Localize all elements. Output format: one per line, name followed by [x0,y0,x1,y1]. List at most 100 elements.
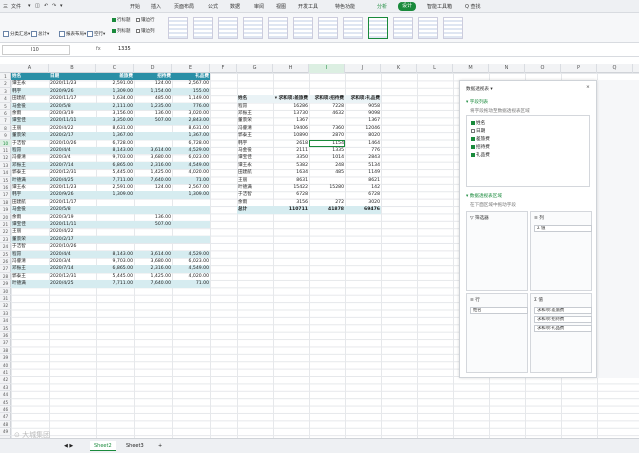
grid-cell[interactable]: 155.00 [172,87,210,96]
field-checkbox[interactable] [471,144,475,149]
grid-cell[interactable]: 2020/3/4 [49,258,96,265]
column-header[interactable]: M [453,64,489,73]
grid-cell[interactable] [172,199,210,206]
row-header[interactable]: 20 [0,214,11,221]
grid-cell[interactable]: 136.00 [134,110,172,117]
grid-cell[interactable]: 2020/7/14 [49,161,96,170]
row-header[interactable]: 4 [0,95,11,103]
sheet-tab[interactable]: Sheet2 [90,441,116,451]
field-item[interactable]: 姓名 [471,120,485,126]
grid-cell[interactable]: 507.00 [134,117,172,125]
grid-cell[interactable] [309,177,345,184]
row-header[interactable]: 31 [0,295,11,303]
grid-cell[interactable]: 8,143.00 [96,147,134,155]
grid-cell[interactable]: 谭王永 [237,162,273,169]
grid-cell[interactable]: 1335 [309,147,345,154]
grid-cell[interactable]: 邓振王 [237,110,273,117]
grid-cell[interactable]: 2,591.00 [96,80,134,87]
grid-cell[interactable]: 5,445.00 [96,273,134,280]
field-checkbox[interactable] [471,136,475,141]
grid-cell[interactable]: 7,711.00 [96,280,134,288]
grid-cell[interactable]: 6,728.00 [96,140,134,147]
design-tab[interactable]: 设计 [398,2,417,11]
grid-cell[interactable]: 13730 [273,110,309,117]
grid-cell[interactable]: 3156 [273,199,309,206]
grid-cell[interactable]: 叶德满 [237,184,273,191]
column-header[interactable]: P [561,64,597,73]
grid-cell[interactable]: 4,529.00 [172,250,210,258]
row-header[interactable]: 13 [0,162,11,170]
row-header[interactable]: 6 [0,110,11,118]
menu-item[interactable]: 开发工具 [298,3,318,10]
grid-cell[interactable]: 8,631.00 [96,125,134,132]
row-header[interactable]: 41 [0,369,11,377]
row-header[interactable]: 16 [0,184,11,192]
grid-cell[interactable]: 董景荣 [11,235,49,244]
grid-cell[interactable]: 7,640.00 [134,280,172,288]
row-header[interactable]: 9 [0,132,11,140]
row-header[interactable]: 5 [0,103,11,110]
grid-cell[interactable]: 6,023.00 [172,154,210,161]
column-header[interactable]: J [345,64,381,73]
grid-cell[interactable]: 485 [309,169,345,176]
add-sheet-button[interactable]: + [154,441,166,451]
grid-cell[interactable]: 1,367.00 [96,132,134,140]
column-header[interactable]: C [96,64,134,73]
row-header[interactable]: 39 [0,354,11,362]
grid-cell[interactable] [134,191,172,199]
grid-cell[interactable]: 于洁智 [11,140,49,147]
grid-cell[interactable]: 5,445.00 [96,169,134,176]
areas-title[interactable]: ▾ 数据透视表区域 [466,193,502,199]
grid-cell[interactable]: 3020 [345,199,381,206]
row-header[interactable]: 19 [0,206,11,214]
grid-cell[interactable]: 9,703.00 [96,154,134,161]
grid-cell[interactable]: 郭泰王 [11,273,49,280]
row-header[interactable]: 17 [0,191,11,199]
grid-cell[interactable] [96,243,134,250]
ribbon-button[interactable]: 报表布局▾ [59,30,86,40]
field-item[interactable]: 差旅费 [471,136,490,142]
row-header[interactable]: 15 [0,177,11,184]
grid-cell[interactable]: 1,309.00 [96,87,134,96]
column-header[interactable]: H [273,64,309,73]
grid-cell[interactable]: 4,529.00 [172,147,210,155]
ribbon-checkbox[interactable]: 镶边行 [136,16,155,26]
table-style-swatch[interactable] [293,17,313,39]
grid-cell[interactable]: 1,149.00 [172,95,210,102]
menu-item[interactable]: 特色功能 [335,3,355,10]
grid-cell[interactable]: 2,567.00 [172,184,210,191]
grid-cell[interactable]: 9058 [345,103,381,110]
row-header[interactable]: 21 [0,221,11,229]
grid-cell[interactable]: 董景荣 [237,117,273,124]
row-header[interactable]: 12 [0,154,11,162]
grid-cell[interactable]: 田建航 [11,95,49,102]
grid-cell[interactable]: 1,235.00 [134,102,172,110]
table-style-swatch[interactable] [318,17,338,39]
row-header[interactable]: 40 [0,362,11,369]
row-header[interactable]: 27 [0,265,11,273]
ribbon-checkbox[interactable]: 行标题 [112,16,131,26]
grid-cell[interactable]: 15280 [309,184,345,191]
row-header[interactable]: 1 [0,73,11,81]
grid-cell[interactable]: 2,316.00 [134,265,172,273]
row-header[interactable]: 18 [0,199,11,207]
grid-cell[interactable]: 冯睿清 [11,258,49,265]
grid-cell[interactable]: 6728 [345,191,381,198]
grid-cell[interactable]: 8621 [345,177,381,184]
grid-cell[interactable]: ▾ 求和项:差旅费 [273,95,309,103]
grid-cell[interactable]: 485.00 [134,95,172,102]
row-header[interactable]: 33 [0,310,11,318]
row-header[interactable]: 49 [0,428,11,436]
grid-cell[interactable]: 王丽 [11,125,49,132]
grid-cell[interactable]: 4,020.00 [172,169,210,176]
ribbon-button[interactable]: 分类汇总▾ [3,30,30,40]
row-header[interactable]: 44 [0,391,11,399]
grid-cell[interactable]: 2020/10/26 [49,140,96,147]
row-header[interactable]: 3 [0,88,11,96]
row-header[interactable]: 47 [0,413,11,421]
menu-item[interactable]: 审阅 [254,3,264,10]
grid-cell[interactable]: 谭宝佳 [237,154,273,161]
column-header[interactable]: N [489,64,525,73]
grid-cell[interactable]: 6,865.00 [96,161,134,170]
grid-cell[interactable]: 3,350.00 [96,117,134,125]
